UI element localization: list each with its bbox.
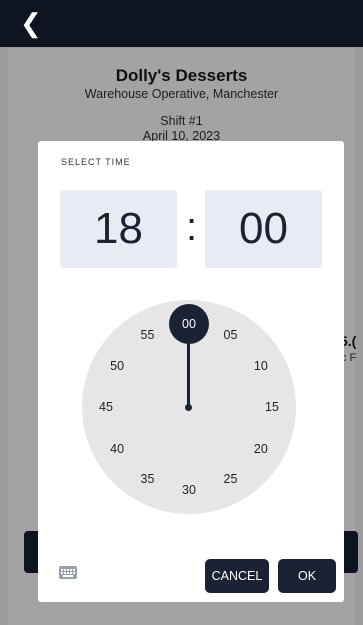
minute-value: 00 (239, 204, 288, 253)
clock-number-05[interactable]: 05 (216, 328, 246, 342)
shift-label: Shift #1 (160, 114, 203, 128)
cancel-button[interactable]: CANCEL (205, 559, 269, 593)
keyboard-icon[interactable] (59, 566, 77, 579)
dialog-title: SELECT TIME (61, 157, 131, 167)
time-picker-dialog: SELECT TIME 18 : 00 00 05 10 15 20 25 30 35 40 45… (38, 141, 344, 602)
hour-value: 18 (94, 204, 143, 253)
clock-number-30[interactable]: 30 (174, 483, 204, 497)
clock-number-45[interactable]: 45 (91, 400, 121, 414)
ok-button[interactable]: OK (278, 559, 336, 593)
minute-clock-face[interactable]: 00 05 10 15 20 25 30 35 40 45 50 55 (82, 300, 296, 514)
chevron-left-icon[interactable]: ❮ (20, 10, 42, 36)
clock-number-50[interactable]: 50 (102, 359, 132, 373)
time-separator: : (185, 205, 198, 249)
clock-number-10[interactable]: 10 (246, 359, 276, 373)
top-bar: ❮ (0, 0, 363, 47)
clock-number-55[interactable]: 55 (133, 328, 163, 342)
minute-field[interactable]: 00 (205, 190, 322, 268)
clock-number-35[interactable]: 35 (133, 472, 163, 486)
clock-number-00[interactable]: 00 (174, 317, 204, 331)
hour-field[interactable]: 18 (60, 190, 177, 268)
clock-number-15[interactable]: 15 (257, 400, 287, 414)
clock-number-25[interactable]: 25 (216, 472, 246, 486)
job-role: Warehouse Operative, Manchester (84, 87, 279, 101)
clock-number-40[interactable]: 40 (102, 442, 132, 456)
clock-center (185, 404, 192, 411)
clock-number-20[interactable]: 20 (246, 442, 276, 456)
company-name: Dolly's Desserts (115, 66, 248, 85)
